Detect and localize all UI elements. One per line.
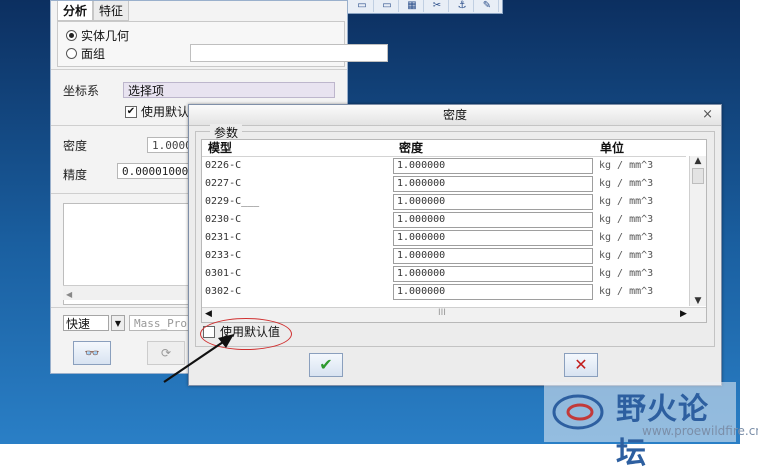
scroll-thumb[interactable] [692,168,704,184]
tab-feature[interactable]: 特征 [93,1,130,21]
density-label: 密度 [63,139,88,153]
cell-density-input[interactable]: 1.000000 [393,284,593,300]
watermark-url: www.proewildfire.cn [642,424,758,438]
ok-button[interactable]: ✔ [309,353,343,377]
tab-analysis[interactable]: 分析 [57,1,94,21]
scroll-left-icon[interactable]: ◀ [205,309,212,319]
scroll-up-icon[interactable]: ▲ [690,156,706,166]
close-icon: ✕ [574,355,588,374]
use-default-checkbox[interactable]: ✔ [125,105,137,118]
radio-quilt-label: 面组 [81,47,106,61]
scroll-left-icon[interactable]: ◀ [66,290,72,299]
table-row[interactable]: 0301-C 1.000000 kg / mm^3 [202,265,686,283]
cell-model: 0227-C [205,178,242,189]
cell-model: 0233-C [205,250,242,261]
table-row[interactable]: 0231-C 1.000000 kg / mm^3 [202,229,686,247]
right-margin [740,0,758,450]
callout-arrow-icon [163,334,234,383]
cell-unit: kg / mm^3 [599,232,654,243]
table-row[interactable]: 0302-C 1.000000 kg / mm^3 [202,283,686,301]
cell-unit: kg / mm^3 [599,196,654,207]
table-row[interactable]: 0229-C___ 1.000000 kg / mm^3 [202,193,686,211]
use-default-label: 使用默认 [141,105,190,119]
table-row[interactable]: 0226-C 1.000000 kg / mm^3 [202,157,686,175]
quick-dropdown[interactable]: 快速 [63,315,109,331]
geometry-group: 实体几何 面组 [57,21,388,67]
scroll-right-icon[interactable]: ▶ [680,309,687,319]
chevron-down-icon[interactable]: ▼ [111,315,125,331]
cancel-button[interactable]: ✕ [564,353,598,377]
coord-label: 坐标系 [63,84,100,98]
cell-density-input[interactable]: 1.000000 [393,212,593,228]
cell-model: 0226-C [205,160,242,171]
cell-density-input[interactable]: 1.000000 [393,230,593,246]
cell-unit: kg / mm^3 [599,178,654,189]
close-icon[interactable]: × [702,105,713,125]
horizontal-scrollbar[interactable]: ◀ III ▶ [202,307,706,322]
panel-tabs: 分析 特征 [57,1,130,21]
cell-unit: kg / mm^3 [599,160,654,171]
tool-icon[interactable]: ✎ [476,0,499,12]
cut-icon[interactable]: ✂ [426,0,449,12]
cell-model: 0301-C [205,268,242,279]
cell-unit: kg / mm^3 [599,286,654,297]
coord-select[interactable]: 选择项 [123,82,335,98]
check-icon: ✔ [319,355,333,374]
table-row[interactable]: 0230-C 1.000000 kg / mm^3 [202,211,686,229]
watermark: 野火论坛 www.proewildfire.cn [544,382,758,471]
quilt-input[interactable] [190,44,388,62]
cell-density-input[interactable]: 1.000000 [393,248,593,264]
cell-density-input[interactable]: 1.000000 [393,158,593,174]
cell-unit: kg / mm^3 [599,250,654,261]
table-header: 模型 密度 单位 [202,140,686,157]
dialog-titlebar: 密度 × [189,105,721,126]
measure-icon[interactable]: ▦ [401,0,424,12]
top-toolbar: ▭ ▭ ▦ ✂ ⚓ ✎ [347,0,503,14]
cell-density-input[interactable]: 1.000000 [393,194,593,210]
cell-model: 0231-C [205,232,242,243]
column-density[interactable]: 密度 [399,140,423,156]
dialog-title: 密度 [442,108,467,122]
cell-model: 0230-C [205,214,242,225]
scroll-grip[interactable]: III [438,308,446,318]
radio-solid-label: 实体几何 [81,29,130,43]
preview-button[interactable]: 👓 [73,341,111,365]
doc-icon[interactable]: ▭ [376,0,399,12]
table-row[interactable]: 0233-C 1.000000 kg / mm^3 [202,247,686,265]
scroll-down-icon[interactable]: ▼ [690,296,706,306]
radio-dot [66,48,77,59]
cell-density-input[interactable]: 1.000000 [393,266,593,282]
density-table: 模型 密度 单位 0226-C 1.000000 kg / mm^3 0227-… [201,139,707,323]
cell-unit: kg / mm^3 [599,214,654,225]
wildfire-logo-icon [552,394,604,430]
cell-model: 0229-C___ [205,196,260,207]
table-row[interactable]: 0227-C 1.000000 kg / mm^3 [202,175,686,193]
divider [51,69,347,70]
column-model[interactable]: 模型 [208,140,232,156]
cell-model: 0302-C [205,286,242,297]
radio-dot [66,30,77,41]
column-unit[interactable]: 单位 [600,140,624,156]
anchor-icon[interactable]: ⚓ [451,0,474,12]
use-default-option[interactable]: ✔ 使用默认 [125,103,189,120]
glasses-icon: 👓 [84,346,100,360]
cell-density-input[interactable]: 1.000000 [393,176,593,192]
vertical-scrollbar[interactable]: ▲ ▼ [689,156,706,306]
radio-solid-geometry[interactable]: 实体几何 [66,27,129,44]
doc-icon[interactable]: ▭ [351,0,374,12]
cell-unit: kg / mm^3 [599,268,654,279]
precision-label: 精度 [63,168,88,182]
radio-quilt[interactable]: 面组 [66,45,105,62]
